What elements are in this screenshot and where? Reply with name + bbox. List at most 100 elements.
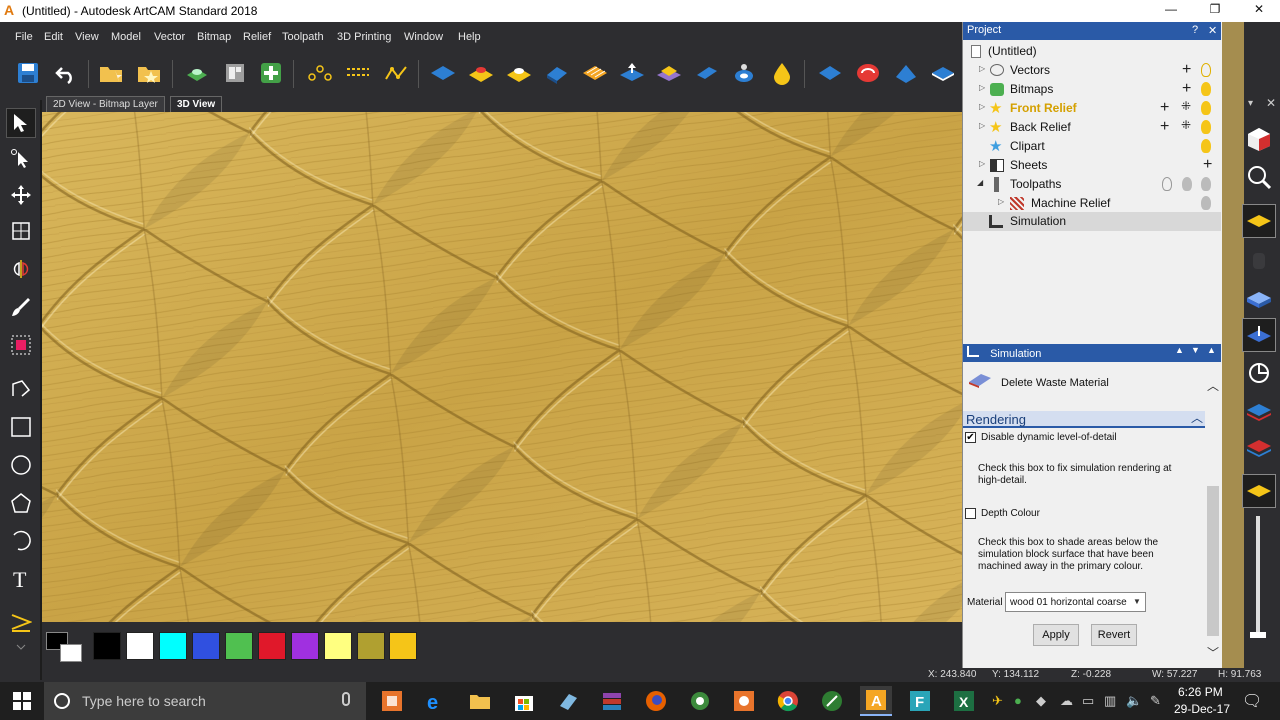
3d-app-icon[interactable] (552, 686, 584, 716)
node-edit-icon[interactable] (6, 144, 36, 174)
palette-swatch[interactable] (126, 632, 154, 660)
clock-time[interactable]: 6:26 PM (1178, 685, 1223, 699)
drop-icon[interactable] (767, 58, 797, 88)
menu-file[interactable]: File (15, 31, 33, 43)
menu-vector[interactable]: Vector (154, 31, 185, 43)
expand-arrow-icon[interactable]: ▷ (979, 83, 985, 92)
green-app-icon[interactable] (684, 686, 716, 716)
visibility-bulb-icon[interactable] (1201, 63, 1211, 77)
vector-tool-icon[interactable] (6, 607, 36, 637)
layout-icon[interactable] (220, 58, 250, 88)
expand-arrow-icon[interactable]: ▷ (979, 121, 985, 130)
relief-side-icon[interactable] (542, 58, 572, 88)
palette-swatch[interactable] (258, 632, 286, 660)
store-icon[interactable] (508, 686, 540, 716)
file-explorer-icon[interactable] (464, 686, 496, 716)
menu-model[interactable]: Model (111, 31, 141, 43)
relief-shape-icon[interactable] (182, 58, 212, 88)
palette-swatch[interactable] (324, 632, 352, 660)
delete-waste-label[interactable]: Delete Waste Material (1001, 377, 1109, 389)
notifications-icon[interactable]: 🗨 (1242, 691, 1262, 711)
view-layer-red-blue-icon[interactable] (1242, 394, 1276, 428)
node-points-icon[interactable] (305, 58, 335, 88)
taskview-app-icon[interactable] (376, 686, 408, 716)
add-sheet-icon[interactable]: + (1203, 156, 1212, 174)
paint-brush-icon[interactable] (6, 292, 36, 322)
add-green-icon[interactable] (256, 58, 286, 88)
relief-red-spiral-icon[interactable] (853, 58, 883, 88)
disable-lod-checkbox[interactable]: ✔ (965, 432, 976, 443)
tab-2d-view[interactable]: 2D View - Bitmap Layer (46, 96, 165, 112)
menu-edit[interactable]: Edit (44, 31, 63, 43)
tree-item-untitled[interactable]: (Untitled) (963, 42, 1221, 61)
visibility-bulb-icon[interactable] (1201, 196, 1211, 210)
tree-item-front-relief[interactable]: ▷ ★ Front Relief + ⁜ (963, 99, 1221, 118)
view-dark-icon[interactable] (1242, 244, 1276, 278)
pin-icon[interactable]: ▲ (1175, 345, 1184, 355)
palette-swatch[interactable] (389, 632, 417, 660)
tab-3d-view[interactable]: 3D View (170, 96, 223, 112)
chrome-icon[interactable] (772, 686, 804, 716)
view-yellow-icon[interactable] (1242, 474, 1276, 508)
relief-red-top-icon[interactable] (466, 58, 496, 88)
winrar-icon[interactable] (596, 686, 628, 716)
menu-help[interactable]: Help (458, 31, 481, 43)
fill-select-icon[interactable] (6, 330, 36, 360)
panel-dropdown-icon[interactable]: ▾ (1248, 98, 1253, 109)
expand-up-chevron-icon[interactable]: ︿ (1207, 377, 1219, 394)
relief-ring-icon[interactable] (729, 58, 759, 88)
tray-icon[interactable]: ● (1014, 693, 1022, 708)
layers-grid-icon[interactable]: ⁜ (1181, 118, 1191, 132)
maximize-button[interactable]: ❐ (1200, 2, 1230, 20)
relief-wedge-icon[interactable] (891, 58, 921, 88)
rendering-section-header[interactable]: Rendering ︿ (963, 411, 1205, 428)
tree-item-bitmaps[interactable]: ▷ Bitmaps + (963, 80, 1221, 99)
visibility-bulb-icon[interactable] (1182, 177, 1192, 191)
view-rotate-icon[interactable] (1242, 356, 1276, 390)
polygon-icon[interactable] (6, 488, 36, 518)
polyline-icon[interactable] (381, 58, 411, 88)
save-icon[interactable] (13, 58, 43, 88)
orange-app-icon[interactable] (728, 686, 760, 716)
relief-plane-icon[interactable] (428, 58, 458, 88)
move-icon[interactable] (6, 180, 36, 210)
relief-flat-icon[interactable] (692, 58, 722, 88)
transform-icon[interactable] (6, 216, 36, 246)
select-arrow-icon[interactable] (6, 108, 36, 138)
close-button[interactable]: ✕ (1244, 2, 1274, 20)
delete-waste-icon[interactable] (967, 370, 993, 388)
firefox-icon[interactable] (640, 686, 672, 716)
dotted-lines-icon[interactable] (343, 58, 373, 88)
view-blue-block-icon[interactable] (1242, 282, 1276, 316)
fusion-app-icon[interactable]: F (904, 686, 936, 716)
visibility-bulb-icon[interactable] (1162, 177, 1172, 191)
relief-up-arrow-icon[interactable] (617, 58, 647, 88)
edge-browser-icon[interactable]: e (420, 686, 452, 716)
more-tools-chevron-icon[interactable] (6, 640, 36, 654)
palette-swatch[interactable] (291, 632, 319, 660)
rectangle-icon[interactable] (6, 412, 36, 442)
palette-swatch[interactable] (159, 632, 187, 660)
menu-3d-printing[interactable]: 3D Printing (337, 31, 391, 43)
expand-arrow-icon[interactable]: ▷ (979, 159, 985, 168)
tree-item-clipart[interactable]: ★ Clipart (963, 137, 1221, 156)
visibility-bulb-icon[interactable] (1201, 101, 1211, 115)
panel-scrollbar[interactable] (1207, 486, 1219, 636)
view-layer-red-icon[interactable] (1242, 430, 1276, 464)
taskbar-search-box[interactable]: Type here to search (44, 682, 366, 720)
new-folder-icon[interactable] (96, 58, 126, 88)
relief-yellow-top-icon[interactable] (504, 58, 534, 88)
tree-item-machine-relief[interactable]: ▷ Machine Relief (963, 194, 1221, 213)
visibility-bulb-icon[interactable] (1201, 82, 1211, 96)
volume-icon[interactable]: 🔈 (1126, 693, 1142, 709)
3d-viewport[interactable] (42, 112, 962, 622)
visibility-bulb-icon[interactable] (1201, 120, 1211, 134)
menu-window[interactable]: Window (404, 31, 443, 43)
menu-toolpath[interactable]: Toolpath (282, 31, 324, 43)
panel-close-icon[interactable]: ✕ (1266, 96, 1276, 110)
leaf-app-icon[interactable] (816, 686, 848, 716)
minimize-button[interactable]: — (1156, 2, 1186, 20)
palette-swatch[interactable] (357, 632, 385, 660)
circle-icon[interactable] (6, 450, 36, 480)
clock-date[interactable]: 29-Dec-17 (1174, 702, 1230, 716)
